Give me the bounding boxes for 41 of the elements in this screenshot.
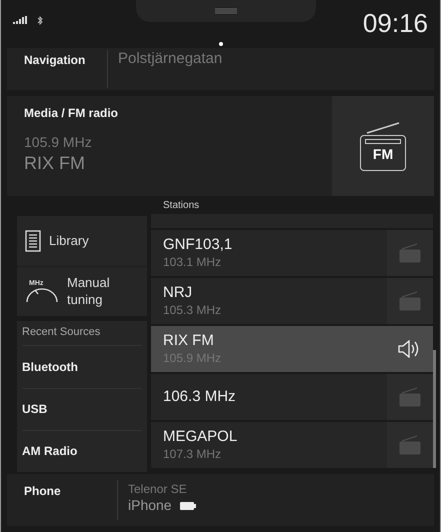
frequency-text: 103.1 MHz: [163, 254, 222, 270]
source-item[interactable]: AM Radio: [22, 430, 142, 472]
frequency-text: 105.9 MHz: [24, 134, 93, 152]
station-row[interactable]: GNF103,1 103.1 MHz: [151, 230, 433, 276]
station-name: NRJ: [163, 284, 194, 303]
tile-title: Media / FM radio: [24, 105, 120, 122]
station-name: 106.3 MHz: [163, 388, 237, 406]
frequency-text: 107.3 MHz: [163, 446, 222, 462]
device-name: iPhone: [128, 497, 172, 514]
section-title: Stations: [162, 199, 200, 213]
phone-tile[interactable]: Phone Telenor SE iPhone: [7, 474, 434, 526]
tile-title: Navigation: [23, 52, 86, 69]
frequency-text: 105.3 MHz: [163, 302, 222, 318]
destination-street: Polstjärnegatan: [117, 49, 222, 69]
radio-icon: [399, 387, 421, 407]
station-name: RIX FM: [163, 332, 215, 351]
tile-title: Phone: [23, 483, 62, 500]
station-name: GNF103,1: [163, 236, 234, 255]
station-row[interactable]: MEGAPOL 107.3 MHz: [151, 422, 433, 468]
bluetooth-icon: [37, 16, 43, 24]
source-item[interactable]: Bluetooth: [22, 346, 142, 388]
menu-item[interactable]: Library: [17, 216, 147, 266]
station-name: RIX FM: [24, 152, 86, 174]
radio-icon: [399, 291, 421, 311]
menu-icon: [215, 8, 237, 14]
radio-icon: [399, 243, 421, 263]
clock-time: 09:16: [362, 10, 428, 36]
station-name: MEGAPOL: [163, 428, 238, 447]
station-row[interactable]: NRJ 105.3 MHz: [151, 278, 433, 324]
navigation-tile[interactable]: Navigation Polstjärnegatan: [7, 48, 434, 90]
signal-icon: [13, 16, 29, 24]
station-row[interactable]: 106.3 MHz: [151, 374, 433, 420]
scrollbar-thumb[interactable]: [433, 350, 436, 468]
source-item[interactable]: USB: [22, 388, 142, 430]
media-tile[interactable]: Media / FM radio 105.9 MHz RIX FM FM: [7, 96, 434, 196]
top-tab-handle[interactable]: [136, 0, 316, 22]
battery-icon: [180, 502, 196, 510]
list-document-icon: [25, 230, 41, 252]
operator-name: Telenor SE: [128, 482, 188, 497]
section-title: Recent Sources: [22, 321, 142, 346]
radio-icon: [399, 435, 421, 455]
